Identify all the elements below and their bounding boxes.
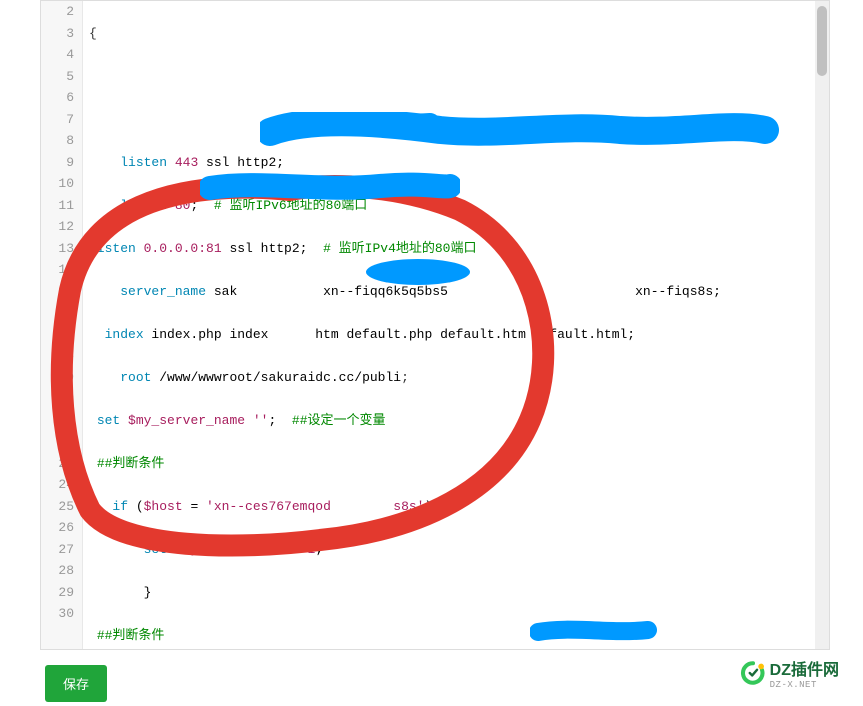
watermark-subtitle: DZ-X.NET <box>770 680 839 690</box>
line-number: 20 <box>41 388 82 410</box>
vertical-scrollbar[interactable] <box>815 1 829 649</box>
code-line[interactable]: set $my_server_name ''; ##设定一个变量 <box>89 410 829 432</box>
code-line[interactable]: index index.php index htm default.php de… <box>89 324 829 346</box>
save-button[interactable]: 保存 <box>45 665 107 702</box>
code-editor[interactable]: 2 3 4 5 6 7 8 9 10 11 12 13 14 15 16 17 … <box>40 0 830 650</box>
code-line[interactable]: listen 80; # 监听IPv6地址的80端口 <box>89 195 829 217</box>
line-number: 22 <box>41 431 82 453</box>
line-number: 12 <box>41 216 82 238</box>
code-line[interactable]: root /www/wwwroot/sakuraidc.cc/publi; <box>89 367 829 389</box>
line-number: 4 <box>41 44 82 66</box>
line-number: 27 <box>41 539 82 561</box>
code-line[interactable]: listen 0.0.0.0:81 ssl http2; # 监听IPv4地址的… <box>89 238 829 260</box>
line-number: 13 <box>41 238 82 260</box>
code-line[interactable]: listen 443 ssl http2; <box>89 152 829 174</box>
line-number: 18 <box>41 345 82 367</box>
line-number: 29 <box>41 582 82 604</box>
code-line[interactable]: ##判断条件 <box>89 625 829 647</box>
code-line[interactable]: if ($host = 'xn--ces767emqod s8s'){ <box>89 496 829 518</box>
code-line[interactable] <box>89 109 829 131</box>
line-number: 9 <box>41 152 82 174</box>
line-number: 2 <box>41 1 82 23</box>
line-number: 25 <box>41 496 82 518</box>
line-number: 3 <box>41 23 82 45</box>
scrollbar-thumb[interactable] <box>817 6 827 76</box>
line-number: 10 <box>41 173 82 195</box>
line-number: 24 <box>41 474 82 496</box>
line-number: 23 <box>41 453 82 475</box>
line-number: 15 <box>41 281 82 303</box>
line-number: 7 <box>41 109 82 131</box>
line-number: 14 <box>41 259 82 281</box>
line-number: 16 <box>41 302 82 324</box>
code-content[interactable]: { listen 443 ssl http2; listen 80; # 监听I… <box>83 1 829 649</box>
code-line[interactable]: set $my_server_name 1; <box>89 539 829 561</box>
code-line[interactable]: ##判断条件 <box>89 453 829 475</box>
line-number: 11 <box>41 195 82 217</box>
line-number: 21 <box>41 410 82 432</box>
code-line[interactable]: server_name sak xn--fiqq6k5q5bs5 xn--fiq… <box>89 281 829 303</box>
line-number: 8 <box>41 130 82 152</box>
code-line[interactable]: } <box>89 582 829 604</box>
line-number: 5 <box>41 66 82 88</box>
code-line[interactable] <box>89 66 829 88</box>
line-number: 26 <box>41 517 82 539</box>
line-number: 30 <box>41 603 82 625</box>
watermark-logo-icon <box>740 660 766 686</box>
code-line[interactable]: { <box>89 23 829 45</box>
line-number: 28 <box>41 560 82 582</box>
line-number: 6 <box>41 87 82 109</box>
line-number: 17 <box>41 324 82 346</box>
line-number: 19 <box>41 367 82 389</box>
line-number-gutter: 2 3 4 5 6 7 8 9 10 11 12 13 14 15 16 17 … <box>41 1 83 649</box>
watermark-title: DZ插件网 <box>770 662 839 679</box>
watermark: DZ插件网 DZ-X.NET <box>740 656 839 690</box>
